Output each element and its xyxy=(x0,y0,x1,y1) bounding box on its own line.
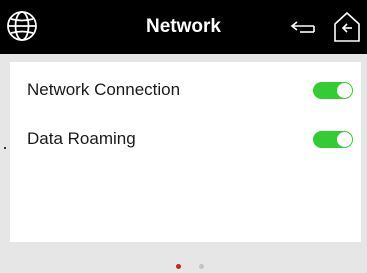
back-arrow-icon xyxy=(290,21,315,33)
page-dot[interactable] xyxy=(199,264,204,269)
setting-row-data-roaming[interactable]: Data Roaming xyxy=(10,119,361,159)
setting-label: Data Roaming xyxy=(27,129,136,148)
page-indicator xyxy=(0,264,367,270)
setting-row-network-connection[interactable]: Network Connection xyxy=(10,70,361,110)
page-dot-active[interactable] xyxy=(176,264,181,269)
home-button[interactable] xyxy=(332,10,362,44)
title-bar: Network xyxy=(0,0,367,54)
toggle-knob xyxy=(337,82,352,98)
toggle-knob xyxy=(337,131,352,147)
settings-panel: Network Connection Data Roaming xyxy=(10,62,361,242)
back-button[interactable] xyxy=(288,17,318,37)
network-connection-toggle[interactable] xyxy=(313,81,353,99)
edge-mark xyxy=(4,147,6,149)
data-roaming-toggle[interactable] xyxy=(313,130,353,148)
setting-label: Network Connection xyxy=(27,80,181,99)
home-icon xyxy=(334,11,360,42)
